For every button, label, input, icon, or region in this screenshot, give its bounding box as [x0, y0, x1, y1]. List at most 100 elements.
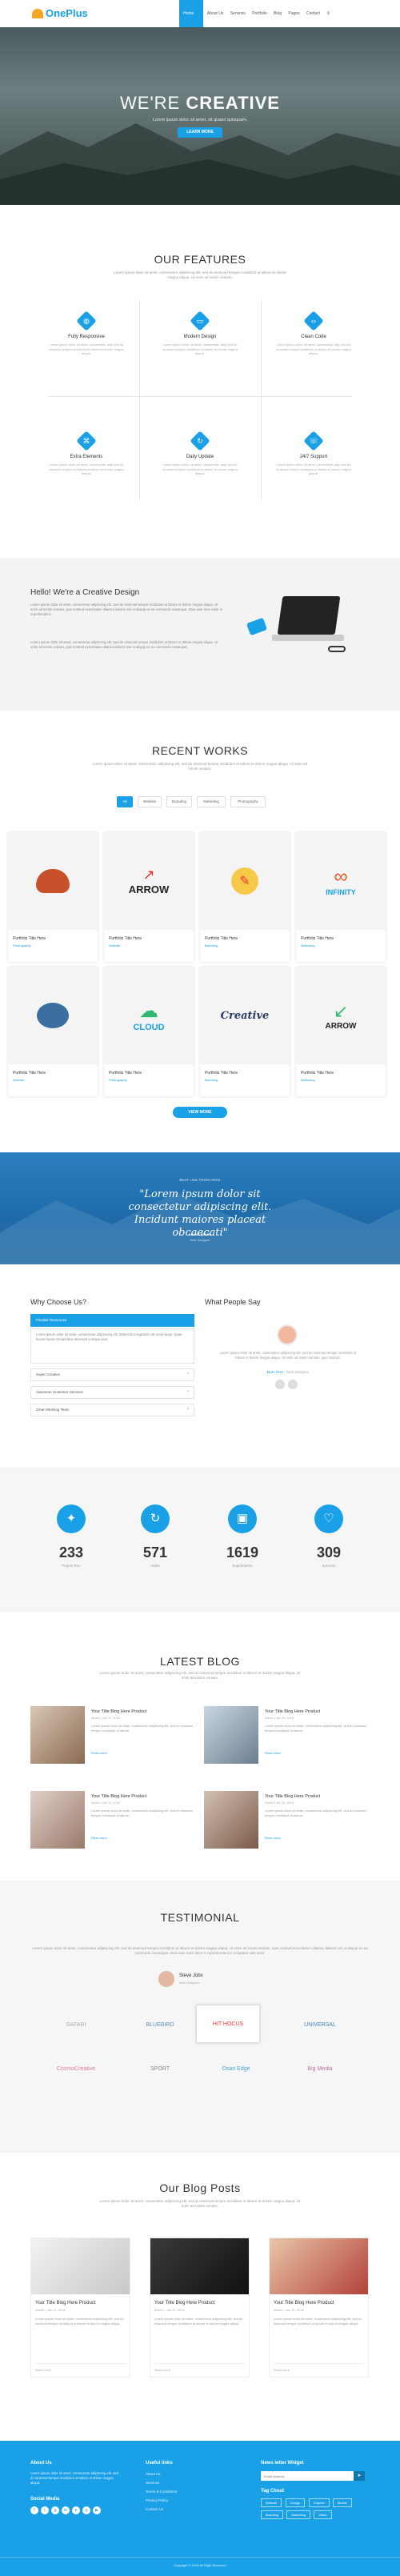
tag[interactable]: Branding: [261, 2510, 284, 2519]
portfolio-card[interactable]: Portfolio Title Here Photography: [8, 832, 98, 962]
tab-photography[interactable]: Photography: [230, 796, 266, 807]
blog-post-card[interactable]: Your Title Blog Here Product Admin | Jan…: [150, 2237, 250, 2378]
portfolio-card[interactable]: ↙ ARROW Portfolio Title Here Marketing: [296, 967, 386, 1096]
post-image: [31, 2238, 130, 2294]
portfolio-card[interactable]: ✎ Portfolio Title Here Branding: [200, 832, 290, 962]
accordion-customer-services[interactable]: Awesome Customer Services: [30, 1386, 194, 1399]
read-more-link[interactable]: Read more: [35, 2363, 126, 2372]
blog-item[interactable]: Your Title Blog Here Product Admin | Jan…: [30, 1791, 198, 1849]
footer-about-title: About Us: [30, 2461, 52, 2466]
twitter-icon[interactable]: t: [41, 2506, 49, 2514]
works-title: RECENT WORKS: [151, 744, 249, 757]
nav-contact[interactable]: Contact: [306, 11, 320, 16]
footer-link[interactable]: Contact Us: [146, 2505, 177, 2514]
pinterest-icon[interactable]: p: [72, 2506, 80, 2514]
about-paragraph-2: Lorem ipsum dolor sit amet, consectetur …: [30, 640, 218, 649]
youtube-icon[interactable]: ▶: [93, 2506, 101, 2514]
post-meta: Admin | Jan 10, 2018: [154, 2308, 185, 2312]
post-title[interactable]: Your Title Blog Here Product: [35, 2301, 130, 2306]
blog-post-card[interactable]: Your Title Blog Here Product Admin | Jan…: [30, 2237, 130, 2378]
facebook-icon[interactable]: f: [30, 2506, 38, 2514]
hero-title-bold: CREATIVE: [186, 93, 280, 113]
card-title: Portfolio Title Here: [109, 1071, 142, 1076]
nav-services[interactable]: Services: [230, 11, 246, 16]
instagram-icon[interactable]: ◎: [82, 2506, 90, 2514]
accordion-super-creative[interactable]: Super Creative: [30, 1368, 194, 1381]
footer-link[interactable]: About Us: [146, 2470, 177, 2478]
feature-desc: Lorem ipsum dolor sit amet, consectetur …: [276, 463, 351, 475]
blog-item[interactable]: Your Title Blog Here Product Admin | Jan…: [204, 1791, 372, 1849]
tag[interactable]: Mobile: [333, 2498, 352, 2507]
newsletter-email-input[interactable]: [261, 2471, 354, 2481]
portfolio-card[interactable]: ↗ ARROW Portfolio Title Here Website: [104, 832, 194, 962]
blog-title[interactable]: Your Title Blog Here Product: [91, 1709, 146, 1714]
google-plus-icon[interactable]: g: [51, 2506, 59, 2514]
accordion-working-team[interactable]: Clean Working Team: [30, 1404, 194, 1416]
brand-logo[interactable]: OnePlus: [32, 7, 88, 19]
blog-post-card[interactable]: Your Title Blog Here Product Admin | Jan…: [269, 2237, 369, 2378]
tag[interactable]: Graphic: [308, 2498, 330, 2507]
view-more-button[interactable]: VIEW MORE: [173, 1107, 227, 1118]
stat-number: 571: [142, 1544, 168, 1560]
blog-meta: Admin | Jan 10, 2018: [91, 1801, 120, 1805]
learn-more-button[interactable]: LEARN MORE: [178, 127, 222, 138]
blog-meta: Admin | Jan 10, 2018: [91, 1717, 120, 1720]
prev-arrow-icon[interactable]: ‹: [275, 1380, 285, 1389]
card-category: Website: [13, 1078, 25, 1082]
footer-link[interactable]: Terms & Conditions: [146, 2487, 177, 2496]
portfolio-card[interactable]: Creative Portfolio Title Here Branding: [200, 967, 290, 1096]
portfolio-card[interactable]: ☁ CLOUD Portfolio Title Here Photography: [104, 967, 194, 1096]
linkedin-icon[interactable]: in: [62, 2506, 70, 2514]
read-more-link[interactable]: Read more: [154, 2363, 245, 2372]
portfolio-card[interactable]: Portfolio Title Here Website: [8, 967, 98, 1096]
nav-portfolio[interactable]: Portfolio: [252, 11, 266, 16]
read-more-link[interactable]: Read more: [274, 2363, 364, 2372]
latest-blog-title: LATEST BLOG: [160, 1655, 240, 1668]
portfolio-card[interactable]: ∞ INFINITY Portfolio Title Here Marketing: [296, 832, 386, 962]
send-icon[interactable]: ➤: [354, 2471, 365, 2481]
tag[interactable]: Marketing: [286, 2510, 310, 2519]
blog-item[interactable]: Your Title Blog Here Product Admin | Jan…: [30, 1706, 198, 1764]
laptop-image: [246, 596, 352, 652]
post-image: [150, 2238, 249, 2294]
next-arrow-icon[interactable]: ›: [288, 1380, 298, 1389]
read-more-link[interactable]: Read more: [265, 1751, 281, 1755]
tag[interactable]: Design: [285, 2498, 306, 2507]
post-title[interactable]: Your Title Blog Here Product: [154, 2301, 249, 2306]
blog-desc: Lorem ipsum dolor sit amet, consectetur …: [91, 1809, 193, 1817]
people-text: Lorem ipsum dolor sit amet, consectetur …: [219, 1351, 357, 1360]
card-category: Photography: [109, 1078, 127, 1082]
footer-link[interactable]: Services: [146, 2478, 177, 2487]
brand-name: OnePlus: [46, 7, 88, 19]
tab-branding[interactable]: Branding: [166, 796, 192, 807]
read-more-link[interactable]: Read more: [91, 1751, 107, 1755]
feature-title: Modern Design: [183, 335, 217, 339]
blog-desc: Lorem ipsum dolor sit amet, consectetur …: [265, 1809, 366, 1817]
search-icon[interactable]: ⚲: [327, 11, 330, 16]
card-category: Branding: [205, 1078, 218, 1082]
tag[interactable]: Website: [261, 2498, 282, 2507]
stat-label: Votes: [150, 1564, 160, 1568]
footer-link[interactable]: Privacy Policy: [146, 2496, 177, 2505]
refresh-icon: ↻: [141, 1504, 170, 1533]
nav-about[interactable]: About Us: [207, 11, 224, 16]
nav-pages[interactable]: Pages: [288, 11, 299, 16]
nav-home[interactable]: Home: [183, 11, 194, 16]
blog-title[interactable]: Your Title Blog Here Product: [265, 1794, 320, 1799]
stat-label: Experiments: [232, 1564, 253, 1568]
accordion-flexible[interactable]: Flexible Resources: [30, 1314, 194, 1327]
read-more-link[interactable]: Read more: [265, 1836, 281, 1840]
arrow-logo: ↗ ARROW: [104, 832, 194, 930]
tab-all[interactable]: All: [117, 796, 133, 807]
blog-item[interactable]: Your Title Blog Here Product Admin | Jan…: [204, 1706, 372, 1764]
post-title[interactable]: Your Title Blog Here Product: [274, 2301, 368, 2306]
blog-title[interactable]: Your Title Blog Here Product: [91, 1794, 146, 1799]
post-image: [270, 2238, 368, 2294]
tag[interactable]: Video: [314, 2510, 332, 2519]
tab-website[interactable]: Website: [138, 796, 162, 807]
nav-blog[interactable]: Blog: [274, 11, 282, 16]
tab-marketing[interactable]: Marketing: [197, 796, 226, 807]
blog-title[interactable]: Your Title Blog Here Product: [265, 1709, 320, 1714]
read-more-link[interactable]: Read more: [91, 1836, 107, 1840]
card-title: Portfolio Title Here: [301, 1071, 334, 1076]
